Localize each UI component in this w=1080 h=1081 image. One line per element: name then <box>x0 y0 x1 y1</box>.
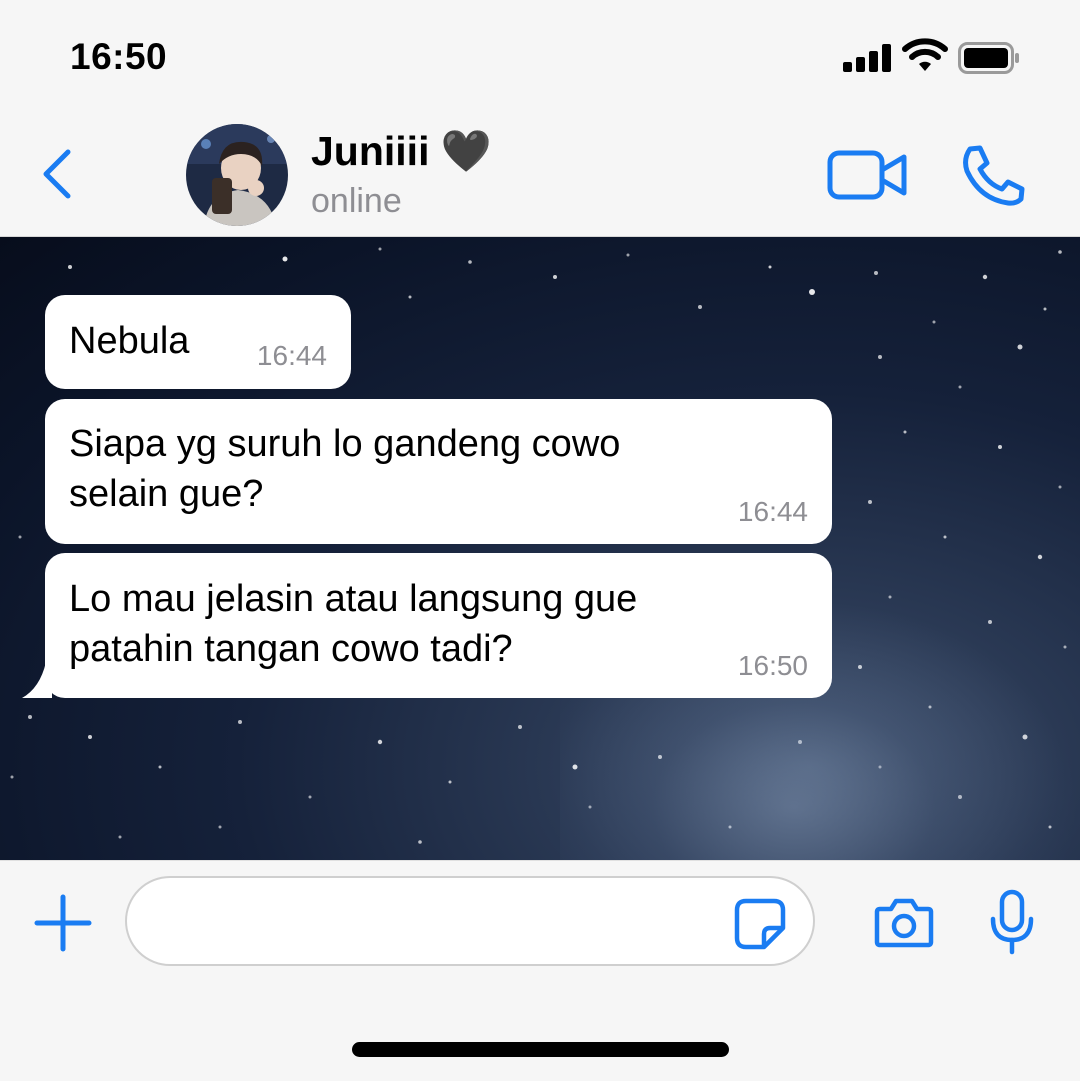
battery-icon <box>958 42 1019 74</box>
phone-icon[interactable] <box>958 144 1028 206</box>
message-bubble[interactable]: Nebula 16:44 <box>45 295 351 389</box>
message-time: 16:44 <box>256 340 327 371</box>
video-camera-icon[interactable] <box>826 148 910 202</box>
chat-header: Juniiii 🖤 online <box>0 110 1080 237</box>
message-input[interactable] <box>125 876 815 966</box>
message-text: Lo mau jelasin atau langsung gue patahin… <box>69 578 638 670</box>
message-bubble[interactable]: Siapa yg suruh lo gandeng cowo selain gu… <box>45 399 832 544</box>
message-input-field[interactable] <box>157 898 721 948</box>
contact-name[interactable]: Juniiii 🖤 <box>311 128 492 176</box>
microphone-icon[interactable] <box>988 889 1036 955</box>
contact-status: online <box>311 182 402 220</box>
message-text: Siapa yg suruh lo gandeng cowo selain gu… <box>69 423 621 515</box>
message-text: Nebula <box>69 320 190 362</box>
message-time: 16:50 <box>737 650 808 681</box>
plus-icon[interactable] <box>34 894 92 952</box>
home-indicator[interactable] <box>352 1042 729 1057</box>
avatar[interactable] <box>186 124 288 226</box>
status-time: 16:50 <box>70 36 168 77</box>
sticker-icon[interactable] <box>734 898 786 950</box>
status-bar: 16:50 <box>0 0 1080 110</box>
chevron-left-icon[interactable] <box>36 146 80 202</box>
wifi-icon <box>902 38 948 71</box>
message-bubble[interactable]: Lo mau jelasin atau langsung gue patahin… <box>45 553 832 698</box>
camera-icon[interactable] <box>874 897 934 949</box>
chat-area[interactable]: Nebula 16:44 Siapa yg suruh lo gandeng c… <box>0 237 1080 860</box>
message-time: 16:44 <box>737 496 808 527</box>
cellular-signal-icon <box>843 44 893 72</box>
